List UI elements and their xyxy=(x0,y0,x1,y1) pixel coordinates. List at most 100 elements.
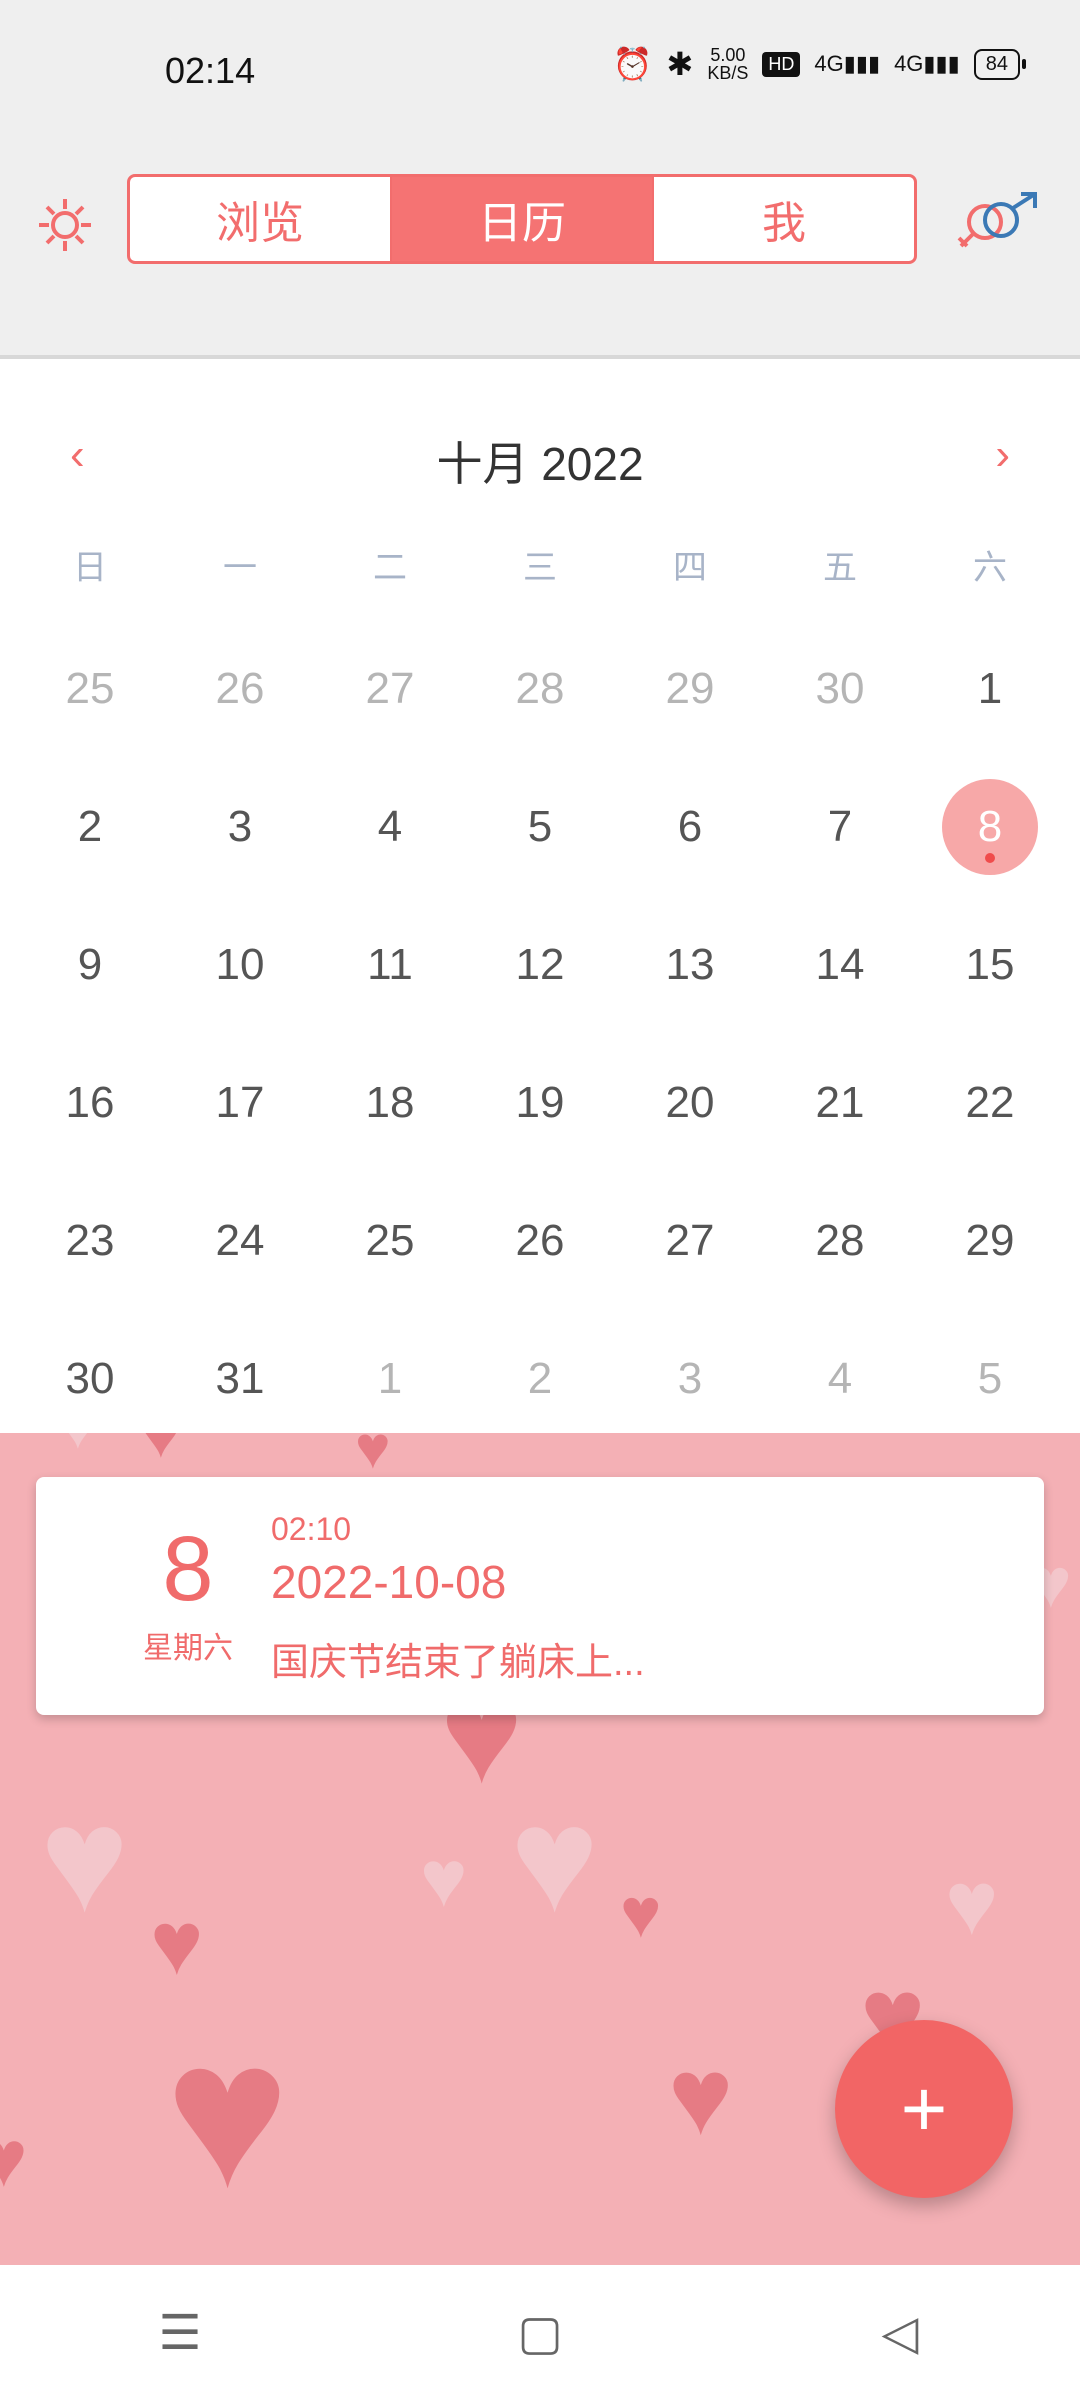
calendar-day[interactable]: 27 xyxy=(615,1172,765,1310)
calendar-day[interactable]: 16 xyxy=(15,1034,165,1172)
heart-icon: ♥ xyxy=(945,1854,999,1954)
calendar-day-number: 2 xyxy=(527,1354,553,1403)
calendar-day-number: 28 xyxy=(815,1216,865,1265)
calendar-day[interactable]: 30 xyxy=(765,620,915,758)
signal-4g-icon-2: 4G▮▮▮ xyxy=(894,51,960,76)
calendar-day[interactable]: 9 xyxy=(15,896,165,1034)
calendar-day[interactable]: 3 xyxy=(165,758,315,896)
calendar-day[interactable]: 7 xyxy=(765,758,915,896)
calendar-day-number: 16 xyxy=(65,1078,115,1127)
entry-date: 2022-10-08 xyxy=(271,1556,507,1608)
add-entry-button[interactable]: + xyxy=(835,2020,1013,2198)
tab-me[interactable]: 我 xyxy=(652,177,914,261)
calendar-day-number: 23 xyxy=(65,1216,115,1265)
calendar-day[interactable]: 29 xyxy=(915,1172,1065,1310)
calendar-week: 2 3 4 5 6 7 8 xyxy=(15,758,1065,896)
status-icons: ⏰ ✱ 5.00 KB/S HD 4G▮▮▮ 4G▮▮▮ 84 xyxy=(612,46,1027,82)
heart-icon: ♥ xyxy=(0,2114,28,2203)
calendar-day[interactable]: 26 xyxy=(165,620,315,758)
calendar-day[interactable]: 5 xyxy=(465,758,615,896)
calendar-day-number: 26 xyxy=(515,1216,565,1265)
entry-time: 02:10 xyxy=(271,1511,352,1547)
heart-icon: ♥ xyxy=(150,1894,204,1994)
weekday-wed: 三 xyxy=(523,549,557,587)
calendar-day[interactable]: 3 xyxy=(615,1310,765,1448)
calendar-day[interactable]: 25 xyxy=(315,1172,465,1310)
heart-icon: ♥ xyxy=(420,1834,468,1923)
calendar-day[interactable]: 22 xyxy=(915,1034,1065,1172)
tab-browse[interactable]: 浏览 xyxy=(130,177,390,261)
calendar-day-number: 7 xyxy=(827,802,853,851)
tab-bar: 浏览 日历 我 xyxy=(127,174,917,264)
calendar-day-number: 17 xyxy=(215,1078,265,1127)
diary-entry-card[interactable]: 8 星期六 02:10 2022-10-08 国庆节结束了躺床上... xyxy=(36,1477,1044,1715)
gender-icon[interactable] xyxy=(955,190,1045,260)
calendar-day-number: 6 xyxy=(677,802,703,851)
calendar-day[interactable]: 11 xyxy=(315,896,465,1034)
calendar-day[interactable]: 26 xyxy=(465,1172,615,1310)
home-icon[interactable]: ▢ xyxy=(460,2305,620,2361)
calendar-day-number: 3 xyxy=(227,802,253,851)
signal1-label: 4G xyxy=(814,51,844,76)
weekday-thu: 四 xyxy=(673,549,707,587)
calendar-day[interactable]: 5 xyxy=(915,1310,1065,1448)
calendar-day[interactable]: 1 xyxy=(315,1310,465,1448)
calendar-day[interactable]: 27 xyxy=(315,620,465,758)
calendar-day[interactable]: 20 xyxy=(615,1034,765,1172)
calendar-day[interactable]: 15 xyxy=(915,896,1065,1034)
calendar-day[interactable]: 12 xyxy=(465,896,615,1034)
calendar-day[interactable]: 4 xyxy=(765,1310,915,1448)
weekday-pad xyxy=(0,540,15,589)
battery-indicator: 84 xyxy=(973,48,1027,80)
signal2-label: 4G xyxy=(894,51,924,76)
calendar-day-number: 13 xyxy=(665,940,715,989)
weekday-header: 日 一 二 三 四 五 六 xyxy=(0,540,1080,589)
calendar-day[interactable]: 29 xyxy=(615,620,765,758)
alarm-icon: ⏰ xyxy=(612,46,653,82)
calendar-day[interactable]: 13 xyxy=(615,896,765,1034)
calendar-day[interactable]: 4 xyxy=(315,758,465,896)
calendar-day-selected[interactable]: 8 xyxy=(915,758,1065,896)
calendar-day[interactable]: 28 xyxy=(465,620,615,758)
gear-icon[interactable] xyxy=(35,195,95,255)
calendar-day[interactable]: 18 xyxy=(315,1034,465,1172)
calendar-day[interactable]: 2 xyxy=(15,758,165,896)
month-header: ‹ 十月 2022 › xyxy=(0,410,1080,500)
calendar-day-number: 5 xyxy=(527,802,553,851)
calendar-day-number: 27 xyxy=(665,1216,715,1265)
month-title: 十月 2022 xyxy=(436,438,644,490)
calendar-day[interactable]: 19 xyxy=(465,1034,615,1172)
weekday-tue: 二 xyxy=(373,549,407,587)
calendar-day[interactable]: 14 xyxy=(765,896,915,1034)
calendar-day[interactable]: 21 xyxy=(765,1034,915,1172)
entry-dot-icon xyxy=(985,853,995,863)
calendar-day[interactable]: 6 xyxy=(615,758,765,896)
calendar-week: 9 10 11 12 13 14 15 xyxy=(15,896,1065,1034)
calendar-day-number: 8 xyxy=(977,802,1003,851)
heart-icon: ♥ xyxy=(355,1433,391,1481)
calendar-day[interactable]: 23 xyxy=(15,1172,165,1310)
calendar-day[interactable]: 28 xyxy=(765,1172,915,1310)
bluetooth-icon: ✱ xyxy=(666,46,694,82)
entry-day: 8 xyxy=(162,1518,214,1620)
calendar-day-number: 21 xyxy=(815,1078,865,1127)
menu-icon[interactable]: ☰ xyxy=(100,2305,260,2361)
calendar-day-number: 19 xyxy=(515,1078,565,1127)
tab-calendar[interactable]: 日历 xyxy=(390,177,652,261)
calendar-day[interactable]: 25 xyxy=(15,620,165,758)
calendar-day[interactable]: 10 xyxy=(165,896,315,1034)
calendar-day[interactable]: 2 xyxy=(465,1310,615,1448)
back-icon[interactable]: ◁ xyxy=(820,2305,980,2361)
status-time: 02:14 xyxy=(165,50,256,91)
calendar-day-number: 28 xyxy=(515,664,565,713)
heart-icon: ♥ xyxy=(668,2035,734,2158)
weekday-sun: 日 xyxy=(73,549,107,587)
selected-day-circle: 8 xyxy=(942,779,1038,875)
calendar-day-number: 24 xyxy=(215,1216,265,1265)
calendar-day[interactable]: 1 xyxy=(915,620,1065,758)
calendar-day[interactable]: 24 xyxy=(165,1172,315,1310)
calendar-day[interactable]: 17 xyxy=(165,1034,315,1172)
calendar-day[interactable]: 30 xyxy=(15,1310,165,1448)
calendar-day[interactable]: 31 xyxy=(165,1310,315,1448)
chevron-right-icon[interactable]: › xyxy=(995,430,1010,480)
